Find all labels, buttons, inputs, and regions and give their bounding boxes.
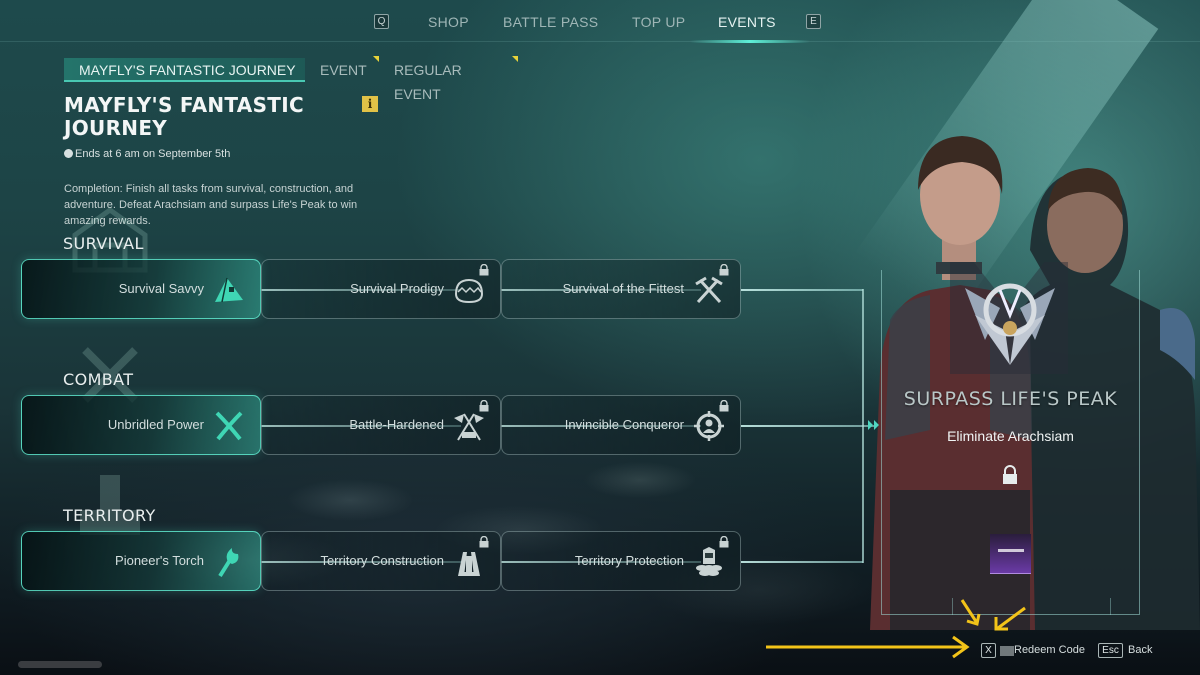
lock-icon bbox=[479, 264, 489, 276]
lock-icon bbox=[479, 536, 489, 548]
torch-icon bbox=[218, 548, 239, 578]
event-description: Completion: Finish all tasks from surviv… bbox=[64, 183, 358, 227]
notice-indicator-icon bbox=[373, 56, 379, 62]
chevron-right-icon bbox=[868, 420, 879, 430]
task-label: Survival Savvy bbox=[118, 281, 204, 296]
connector-line bbox=[741, 425, 876, 427]
tower-structure-icon bbox=[458, 552, 480, 576]
final-reward-title: SURPASS LIFE'S PEAK bbox=[903, 388, 1118, 410]
event-end-time: Ends at 6 am on September 5th bbox=[64, 148, 230, 160]
reward-item-thumbnail[interactable] bbox=[990, 534, 1031, 574]
tab-top-up[interactable]: TOP UP bbox=[632, 14, 685, 30]
crossed-blades-icon bbox=[215, 411, 243, 441]
task-label: Unbridled Power bbox=[107, 417, 204, 432]
next-tab-key[interactable]: E bbox=[806, 14, 821, 29]
task-label: Survival of the Fittest bbox=[562, 281, 684, 296]
prev-tab-key[interactable]: Q bbox=[374, 14, 389, 29]
subtab-mayflys-fantastic-journey[interactable]: MAYFLY'S FANTASTIC JOURNEY bbox=[64, 58, 305, 82]
task-label: Invincible Conqueror bbox=[564, 417, 684, 432]
connector-line bbox=[741, 561, 863, 563]
task-card-battle-hardened[interactable]: Battle-Hardened bbox=[261, 395, 501, 455]
lock-icon bbox=[719, 400, 729, 412]
final-reward-subtitle: Eliminate Arachsiam bbox=[947, 428, 1074, 444]
scrollbar-handle[interactable] bbox=[18, 661, 102, 668]
mouth-trap-icon bbox=[454, 278, 484, 304]
task-card-invincible-conqueror[interactable]: Invincible Conqueror bbox=[501, 395, 741, 455]
active-tab-indicator bbox=[690, 40, 810, 43]
tab-shop[interactable]: SHOP bbox=[428, 14, 469, 30]
task-card-survival-prodigy[interactable]: Survival Prodigy bbox=[261, 259, 501, 319]
lock-icon bbox=[1003, 465, 1017, 484]
task-card-unbridled-power[interactable]: Unbridled Power bbox=[21, 395, 261, 455]
task-label: Territory Protection bbox=[574, 553, 684, 568]
task-card-territory-protection[interactable]: Territory Protection bbox=[501, 531, 741, 591]
rank-badge-icon bbox=[965, 283, 1055, 365]
task-label: Territory Construction bbox=[320, 553, 444, 568]
back-button[interactable]: Back bbox=[1128, 644, 1152, 656]
task-card-territory-construction[interactable]: Territory Construction bbox=[261, 531, 501, 591]
event-end-time-text: Ends at 6 am on September 5th bbox=[75, 148, 231, 160]
territory-emblem-icon bbox=[80, 475, 140, 535]
category-survival-label: SURVIVAL bbox=[63, 234, 144, 253]
redeem-code-button[interactable]: Redeem Code bbox=[1014, 644, 1085, 656]
category-territory-label: TERRITORY bbox=[63, 506, 156, 525]
task-card-pioneers-torch[interactable]: Pioneer's Torch bbox=[21, 531, 261, 591]
notice-indicator-icon bbox=[512, 56, 518, 62]
tent-icon bbox=[215, 277, 243, 303]
connector-line bbox=[862, 289, 864, 563]
clock-icon bbox=[64, 149, 73, 158]
tab-battle-pass[interactable]: BATTLE PASS bbox=[503, 14, 598, 30]
lock-icon bbox=[719, 264, 729, 276]
lock-icon bbox=[719, 536, 729, 548]
task-card-survival-of-the-fittest[interactable]: Survival of the Fittest bbox=[501, 259, 741, 319]
back-key[interactable]: Esc bbox=[1098, 643, 1123, 658]
connector-line bbox=[741, 289, 863, 291]
tab-events[interactable]: EVENTS bbox=[718, 14, 776, 30]
barcode-icon bbox=[1000, 646, 1014, 656]
task-label: Survival Prodigy bbox=[350, 281, 444, 296]
redeem-code-key[interactable]: X bbox=[981, 643, 996, 658]
crosshair-target-icon bbox=[694, 411, 724, 441]
crossed-flags-icon bbox=[454, 413, 484, 441]
category-combat-label: COMBAT bbox=[63, 370, 134, 389]
watchtower-sandbags-icon bbox=[696, 547, 722, 576]
info-icon[interactable]: i bbox=[362, 96, 378, 112]
task-label: Pioneer's Torch bbox=[115, 553, 204, 568]
subtab-event[interactable]: EVENT bbox=[320, 58, 367, 82]
task-label: Battle-Hardened bbox=[349, 417, 444, 432]
task-card-survival-savvy[interactable]: Survival Savvy bbox=[21, 259, 261, 319]
event-title: MAYFLY'S FANTASTIC JOURNEY bbox=[64, 93, 304, 140]
lock-icon bbox=[479, 400, 489, 412]
subtab-regular-event[interactable]: REGULAR EVENT bbox=[394, 58, 462, 102]
crossed-pickaxes-icon bbox=[695, 276, 723, 304]
top-nav: Q SHOP BATTLE PASS TOP UP EVENTS E bbox=[0, 0, 1200, 43]
